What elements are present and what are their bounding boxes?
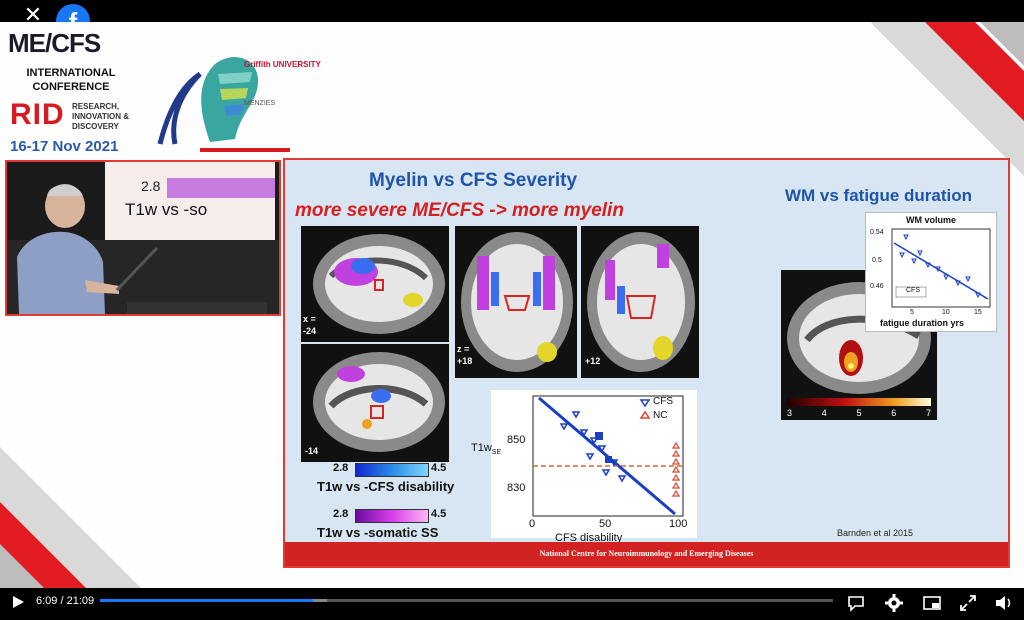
scatter-xtick-50: 50 [599,518,612,530]
wm-xtick: 15 [974,309,982,316]
conference-dates: 16-17 Nov 2021 [10,138,119,155]
brain-label-z-value: +18 [457,356,473,366]
speaker-figure [17,184,267,314]
scatter-ylabel-main: T1w [471,442,492,454]
slide-subtitle: more severe ME/CFS -> more myelin [295,200,624,221]
griffith-logo: Griffith UNIVERSITY [244,60,321,69]
progress-fill [100,599,313,602]
wm-xtick: 10 [942,309,950,316]
progress-bar[interactable] [100,599,833,602]
brain-axial-2: +12 [581,226,699,378]
colorbar1-min: 2.8 [333,462,349,474]
slide-footer: National Centre for Neuroimmunology and … [285,542,1008,566]
scatter-xtick-0: 0 [529,518,536,530]
legend-nc: NC [653,410,668,421]
play-icon[interactable] [10,594,26,610]
brain-axial-1: z = +18 [455,226,577,378]
wm-ytick: 0.5 [872,257,882,264]
slide-title: Myelin vs CFS Severity [369,170,578,191]
brain-label-z: z = [457,344,470,354]
captions-icon[interactable] [846,593,866,613]
scatter-cfs-disability: CFS NC 850 830 0 50 100 [491,390,697,538]
fullscreen-icon[interactable] [958,593,978,613]
time-display: 6:09 / 21:09 [36,595,95,607]
colorbar2-max: 4.5 [431,508,447,520]
brain-sagittal-2: -14 [301,344,449,462]
brain-label-x: x = [303,314,316,324]
rid-tagline: RESEARCH, INNOVATION & DISCOVERY [72,102,130,131]
wm-ytick: 0.54 [870,229,884,236]
wm-ytick: 0.46 [870,283,884,290]
heat-tick: 3 [787,408,793,418]
wm-xtick: 5 [910,309,914,316]
conference-branding: ME/CFS INTERNATIONAL CONFERENCE RID RESE… [8,28,129,155]
scatter-wm-volume: WM volume CFS 0.54 0.5 0.46 5 10 15 fati… [865,212,997,332]
volume-icon[interactable] [994,593,1014,613]
colorbar1-max: 4.5 [431,462,447,474]
scatter-ylabel: T1wSE [471,442,501,456]
menzies-logo: MENZIES [244,100,276,107]
wm-xlabel: fatigue duration yrs [880,318,965,328]
wm-legend: CFS [906,287,920,294]
scatter-ylabel-sub: SE [491,449,502,457]
colorbar2-label: T1w vs -somatic SS [317,525,439,540]
pip-icon[interactable] [922,593,942,613]
heat-tick: 6 [891,408,897,418]
conference-title: ME/CFS [8,28,101,58]
brain-label-sag2: -14 [305,446,319,456]
legend-cfs: CFS [653,396,673,407]
brain-label-axial2: +12 [585,356,601,366]
rid-logo: RID [10,98,65,131]
colorbar1 [355,463,429,477]
scatter-xtick-100: 100 [669,518,688,530]
conference-subtitle: INTERNATIONAL CONFERENCE [26,67,116,93]
citation: Barnden et al 2015 [837,528,914,538]
settings-icon[interactable] [884,593,904,613]
presentation-slide: Myelin vs CFS Severity more severe ME/CF… [283,158,1010,568]
heat-tick: 7 [925,408,931,418]
heat-tick: 4 [821,408,827,418]
wm-title: WM vs fatigue duration [785,186,972,205]
speaker-video: 2.8 T1w vs -so [5,160,281,316]
top-bar [0,0,1024,22]
brain-sagittal-1: x = -24 [301,226,449,342]
brain-label-x-value: -24 [303,326,317,336]
heat-tick: 5 [856,408,862,418]
colorbar2 [355,509,429,523]
scatter-ytick-850: 850 [507,434,526,446]
player-controls: 6:09 / 21:09 [0,588,1024,620]
video-frame[interactable]: ME/CFS INTERNATIONAL CONFERENCE RID RESE… [0,22,1024,588]
colorbar1-label: T1w vs -CFS disability [317,479,455,494]
scatter-ytick-830: 830 [507,482,526,494]
colorbar2-min: 2.8 [333,508,349,520]
heat-scale: 3 4 5 6 7 [787,408,931,418]
